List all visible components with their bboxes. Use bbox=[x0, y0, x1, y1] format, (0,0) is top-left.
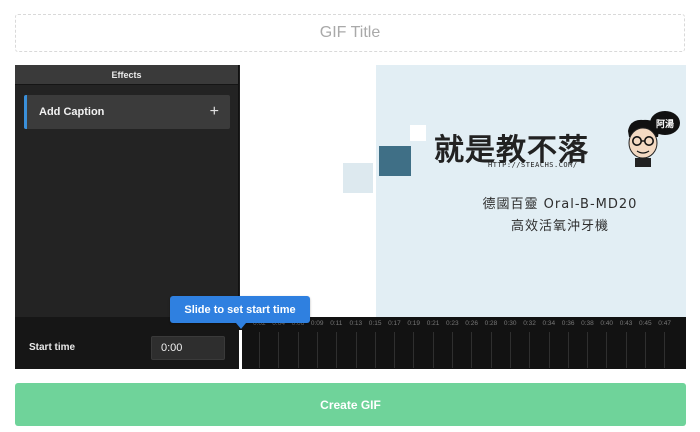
logo-url: HTTP://STEACHS.COM/ bbox=[488, 161, 578, 169]
add-caption-button[interactable]: Add Caption + bbox=[24, 95, 230, 129]
frame-divider bbox=[509, 332, 511, 368]
frame-divider bbox=[394, 332, 396, 368]
tick-label: 0:21 bbox=[426, 320, 440, 327]
start-time-tooltip: Slide to set start time bbox=[170, 296, 310, 323]
preview-background bbox=[376, 65, 686, 317]
tick-label: 0:11 bbox=[330, 320, 343, 327]
frame-divider bbox=[432, 332, 434, 368]
frame-divider bbox=[297, 332, 299, 368]
tick-label: 0:40 bbox=[600, 320, 614, 327]
video-preview: 就是教不落 HTTP://STEACHS.COM/ 阿湯 德國百靈 Oral-B… bbox=[240, 65, 686, 317]
frame-divider bbox=[548, 332, 550, 368]
effects-panel: Effects Add Caption + bbox=[15, 65, 239, 317]
plus-icon: + bbox=[209, 103, 219, 120]
start-time-label: Start time bbox=[29, 342, 76, 353]
frame-divider bbox=[413, 332, 415, 368]
add-caption-label: Add Caption bbox=[39, 106, 105, 118]
tick-label: 0:34 bbox=[542, 320, 556, 327]
tick-label: 0:26 bbox=[465, 320, 478, 327]
timeline-bar: Start time 0:00 0:02 0:04 0:06 0:09 0:11 0:13… bbox=[15, 317, 686, 369]
frame-divider bbox=[278, 332, 280, 368]
gif-title-input[interactable]: GIF Title bbox=[15, 14, 685, 52]
frame-divider bbox=[259, 332, 260, 368]
tick-label: 0:43 bbox=[619, 320, 633, 327]
timeline-track[interactable]: 0:02 0:04 0:06 0:09 0:11 0:13 0:15 0:17 0:19 0:21… bbox=[239, 317, 686, 369]
tooltip-arrow bbox=[236, 323, 246, 329]
tick-label: 0:28 bbox=[484, 320, 498, 327]
frame-divider bbox=[336, 332, 338, 368]
tick-label: 0:32 bbox=[523, 320, 536, 327]
gif-title-placeholder: GIF Title bbox=[319, 24, 381, 41]
decor-square bbox=[379, 146, 411, 176]
tick-label: 0:19 bbox=[407, 320, 421, 327]
tick-label: 0:45 bbox=[639, 320, 652, 327]
frame-divider bbox=[664, 332, 666, 368]
frame-divider bbox=[452, 332, 453, 368]
effects-header: Effects bbox=[15, 65, 238, 85]
tick-label: 0:38 bbox=[581, 320, 594, 327]
tick-label: 0:13 bbox=[349, 320, 363, 327]
tick-label: 0:15 bbox=[368, 320, 382, 327]
frame-divider bbox=[316, 332, 318, 368]
frame-divider bbox=[374, 332, 376, 368]
tick-label: 0:30 bbox=[503, 320, 517, 327]
tick-label: 0:17 bbox=[388, 320, 401, 327]
gif-editor: Effects Add Caption + 就是教不落 HTTP://STEAC… bbox=[15, 65, 686, 369]
frame-divider bbox=[606, 332, 608, 368]
decor-square bbox=[410, 125, 426, 141]
frame-divider bbox=[567, 332, 569, 368]
frame-strip bbox=[239, 330, 686, 369]
frame-divider bbox=[625, 332, 627, 368]
tick-label: 0:47 bbox=[658, 320, 671, 327]
frame-divider bbox=[645, 332, 646, 368]
tick-label: 0:09 bbox=[310, 320, 324, 327]
author-badge: 阿湯 bbox=[650, 111, 680, 135]
start-time-handle[interactable] bbox=[239, 330, 242, 369]
create-gif-label: Create GIF bbox=[320, 397, 381, 412]
frame-divider bbox=[471, 332, 473, 368]
tick-label: 0:23 bbox=[446, 320, 459, 327]
frame-divider bbox=[355, 332, 357, 368]
tick-label: 0:36 bbox=[561, 320, 575, 327]
product-name: 德國百靈 Oral-B-MD20 bbox=[482, 197, 638, 212]
create-gif-button[interactable]: Create GIF bbox=[15, 383, 686, 426]
frame-divider bbox=[490, 332, 492, 368]
frame-divider bbox=[587, 332, 589, 368]
decor-square bbox=[343, 163, 373, 193]
start-time-value: 0:00 bbox=[161, 342, 183, 354]
product-description: 高效活氧沖牙機 bbox=[510, 219, 609, 234]
start-time-input[interactable]: 0:00 bbox=[151, 336, 225, 360]
frame-divider bbox=[529, 332, 531, 368]
